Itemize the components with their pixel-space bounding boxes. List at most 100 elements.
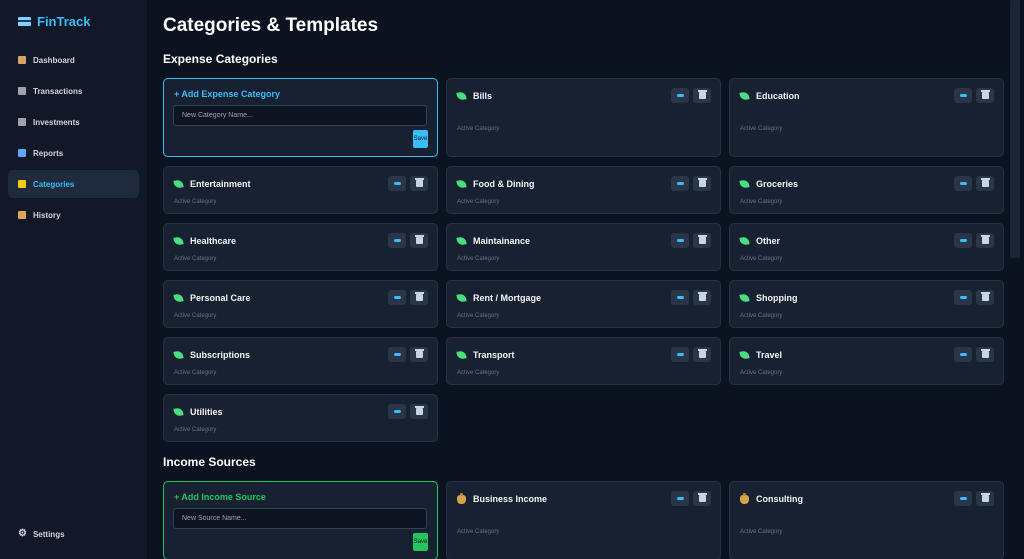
trash-icon bbox=[414, 406, 424, 415]
pencil-icon bbox=[959, 182, 967, 185]
sidebar-item-dashboard[interactable]: Dashboard bbox=[8, 46, 139, 74]
card-actions bbox=[954, 290, 994, 305]
category-card-travel: Travel Active Category bbox=[729, 337, 1004, 385]
card-title: Education bbox=[756, 91, 800, 101]
category-card-healthcare: Healthcare Active Category bbox=[163, 223, 438, 271]
trash-icon bbox=[980, 349, 990, 358]
card-title: Other bbox=[756, 236, 781, 246]
delete-button[interactable] bbox=[693, 491, 711, 506]
delete-button[interactable] bbox=[410, 347, 428, 362]
category-card-rent-mortgage: Rent / Mortgage Active Category bbox=[446, 280, 721, 328]
edit-button[interactable] bbox=[671, 88, 689, 103]
delete-button[interactable] bbox=[976, 233, 994, 248]
edit-button[interactable] bbox=[954, 233, 972, 248]
expense-category-name-input[interactable] bbox=[173, 105, 427, 126]
delete-button[interactable] bbox=[410, 176, 428, 191]
category-card-groceries: Groceries Active Category bbox=[729, 166, 1004, 214]
income-section-title: Income Sources bbox=[163, 455, 256, 469]
sidebar-item-reports[interactable]: Reports bbox=[8, 139, 139, 167]
sidebar-item-label: Transactions bbox=[33, 86, 83, 96]
edit-button[interactable] bbox=[671, 233, 689, 248]
tag-icon bbox=[18, 180, 26, 188]
card-title: Rent / Mortgage bbox=[473, 293, 542, 303]
edit-button[interactable] bbox=[671, 176, 689, 191]
pencil-icon bbox=[676, 182, 684, 185]
sidebar: FinTrack Dashboard Transactions Investment… bbox=[0, 0, 147, 559]
expense-section-title: Expense Categories bbox=[163, 52, 278, 66]
edit-button[interactable] bbox=[671, 347, 689, 362]
delete-button[interactable] bbox=[976, 290, 994, 305]
delete-button[interactable] bbox=[410, 404, 428, 419]
category-name: Entertainment bbox=[173, 179, 251, 189]
card-status: Active Category bbox=[740, 199, 783, 205]
edit-button[interactable] bbox=[388, 404, 406, 419]
card-actions bbox=[954, 347, 994, 362]
delete-button[interactable] bbox=[976, 88, 994, 103]
edit-button[interactable] bbox=[388, 233, 406, 248]
card-actions bbox=[388, 176, 428, 191]
edit-button[interactable] bbox=[671, 491, 689, 506]
sidebar-item-categories[interactable]: Categories bbox=[8, 170, 139, 198]
pencil-icon bbox=[676, 94, 684, 97]
category-name: Healthcare bbox=[173, 236, 236, 246]
sidebar-item-transactions[interactable]: Transactions bbox=[8, 77, 139, 105]
delete-button[interactable] bbox=[693, 88, 711, 103]
money-bag-icon bbox=[740, 492, 749, 504]
house-icon bbox=[18, 56, 26, 64]
income-source-name-input[interactable] bbox=[173, 508, 427, 529]
category-card-education: Education Active Category bbox=[729, 78, 1004, 157]
category-name: Education bbox=[739, 91, 800, 101]
card-status: Active Category bbox=[740, 256, 783, 262]
category-name: Groceries bbox=[739, 179, 799, 189]
sidebar-item-history[interactable]: History bbox=[8, 201, 139, 229]
card-title: Groceries bbox=[756, 179, 799, 189]
edit-button[interactable] bbox=[388, 176, 406, 191]
gear-icon: ⚙ bbox=[18, 528, 27, 539]
delete-button[interactable] bbox=[693, 233, 711, 248]
sidebar-item-label: Dashboard bbox=[33, 55, 75, 65]
save-expense-category-button[interactable]: Save bbox=[413, 130, 428, 148]
scrollbar[interactable] bbox=[1004, 0, 1024, 559]
edit-button[interactable] bbox=[388, 290, 406, 305]
card-status: Active Category bbox=[457, 199, 500, 205]
sidebar-item-settings[interactable]: ⚙ Settings bbox=[18, 529, 65, 539]
leaf-icon bbox=[739, 91, 750, 101]
delete-button[interactable] bbox=[410, 233, 428, 248]
trash-icon bbox=[697, 235, 707, 244]
card-title: Food & Dining bbox=[473, 179, 535, 189]
delete-button[interactable] bbox=[693, 290, 711, 305]
delete-button[interactable] bbox=[976, 176, 994, 191]
delete-button[interactable] bbox=[410, 290, 428, 305]
delete-button[interactable] bbox=[976, 491, 994, 506]
edit-button[interactable] bbox=[388, 347, 406, 362]
edit-button[interactable] bbox=[954, 176, 972, 191]
category-name: Shopping bbox=[739, 293, 798, 303]
pencil-icon bbox=[959, 94, 967, 97]
scrollbar-thumb[interactable] bbox=[1010, 0, 1020, 258]
leaf-icon bbox=[173, 407, 184, 417]
leaf-icon bbox=[739, 236, 750, 246]
sidebar-item-investments[interactable]: Investments bbox=[8, 108, 139, 136]
trash-icon bbox=[414, 349, 424, 358]
edit-button[interactable] bbox=[954, 290, 972, 305]
card-status: Active Category bbox=[174, 313, 217, 319]
edit-button[interactable] bbox=[954, 347, 972, 362]
card-status: Active Category bbox=[457, 256, 500, 262]
leaf-icon bbox=[456, 236, 467, 246]
edit-button[interactable] bbox=[954, 491, 972, 506]
card-actions bbox=[388, 404, 428, 419]
app-logo[interactable]: FinTrack bbox=[18, 14, 90, 29]
trash-icon bbox=[980, 90, 990, 99]
edit-button[interactable] bbox=[671, 290, 689, 305]
delete-button[interactable] bbox=[693, 176, 711, 191]
card-actions bbox=[388, 233, 428, 248]
pencil-icon bbox=[393, 353, 401, 356]
delete-button[interactable] bbox=[693, 347, 711, 362]
save-income-source-button[interactable]: Save bbox=[413, 533, 428, 551]
delete-button[interactable] bbox=[976, 347, 994, 362]
edit-button[interactable] bbox=[954, 88, 972, 103]
pencil-icon bbox=[393, 182, 401, 185]
card-actions bbox=[388, 347, 428, 362]
leaf-icon bbox=[456, 293, 467, 303]
pencil-icon bbox=[393, 410, 401, 413]
